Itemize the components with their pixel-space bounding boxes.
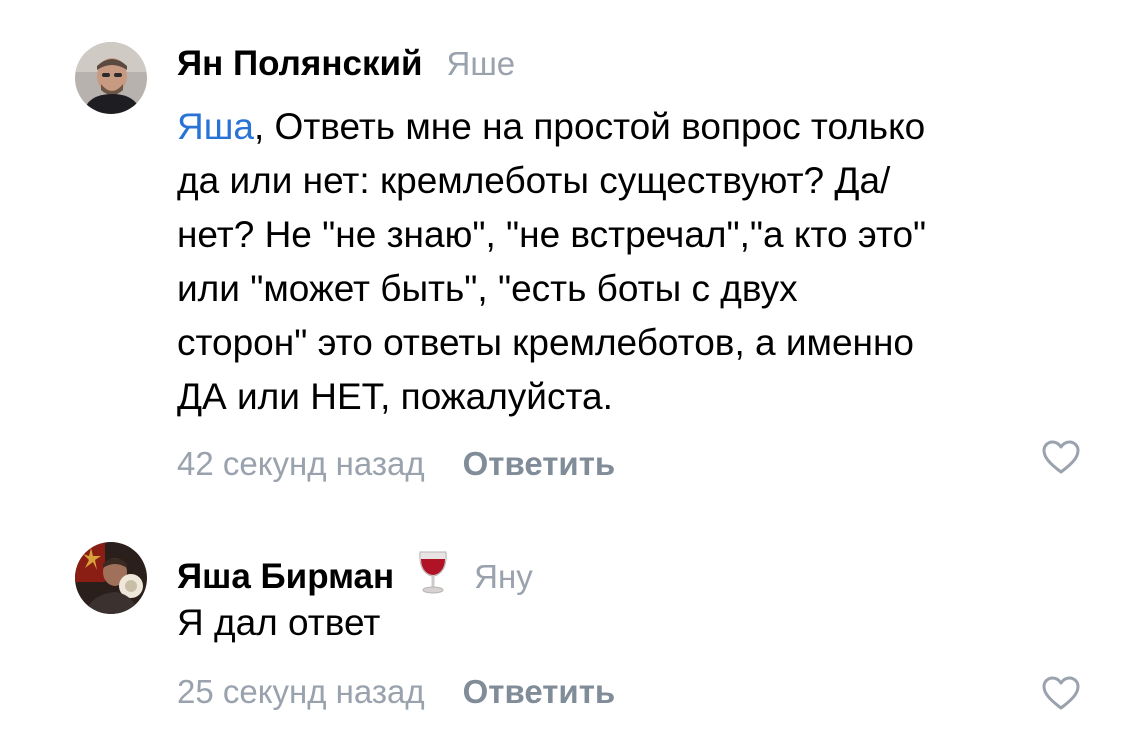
comment-footer: 25 секунд назад Ответить (177, 672, 1085, 712)
comment-text: Яша, Ответь мне на простой вопрос только… (177, 100, 1085, 424)
reply-button[interactable]: Ответить (463, 673, 616, 711)
avatar-photo-icon (75, 42, 147, 114)
comment-text-line: , Ответь мне на простой вопрос только (253, 106, 926, 147)
timestamp: 25 секунд назад (177, 673, 425, 710)
author-name[interactable]: Ян Полянский (177, 44, 423, 84)
avatar[interactable] (75, 42, 147, 114)
avatar[interactable] (75, 542, 147, 614)
comment-text-line: сторон" это ответы кремлеботов, а именно (177, 322, 914, 363)
comment-text-line: да или нет: кремлеботы существуют? Да/ (177, 160, 891, 201)
like-button[interactable] (1041, 439, 1081, 475)
heart-outline-icon (1042, 440, 1080, 474)
comment-text-line: ДА или НЕТ, пожалуйста. (177, 376, 613, 417)
reply-to-name[interactable]: Яше (447, 45, 516, 83)
avatar-photo-icon (75, 542, 147, 614)
heart-outline-icon (1042, 676, 1080, 710)
comment-footer: 42 секунд назад Ответить (177, 444, 1085, 484)
author-name[interactable]: Яша Бирман (177, 557, 394, 597)
like-button[interactable] (1041, 675, 1081, 711)
comment-text-line: или "может быть", "есть боты с двух (177, 268, 798, 309)
comment-header: Яша Бирман Яну (177, 544, 1085, 597)
comment-2: Яша Бирман Яну Я дал ответ 25 секунд наз… (0, 530, 1125, 743)
comment-text-line: Я дал ответ (177, 602, 381, 643)
comment-text: Я дал ответ (177, 596, 1085, 650)
mention-link[interactable]: Яша (177, 106, 254, 147)
reply-to-name[interactable]: Яну (474, 558, 533, 596)
timestamp: 42 секунд назад (177, 445, 425, 482)
comment-1: Ян Полянский Яше Яша, Ответь мне на прос… (0, 0, 1125, 500)
reply-button[interactable]: Ответить (463, 445, 616, 483)
comment-text-line: нет? Не "не знаю", "не встречал","а кто … (177, 214, 927, 255)
comment-header: Ян Полянский Яше (177, 44, 1085, 94)
wine-glass-icon (416, 550, 450, 594)
